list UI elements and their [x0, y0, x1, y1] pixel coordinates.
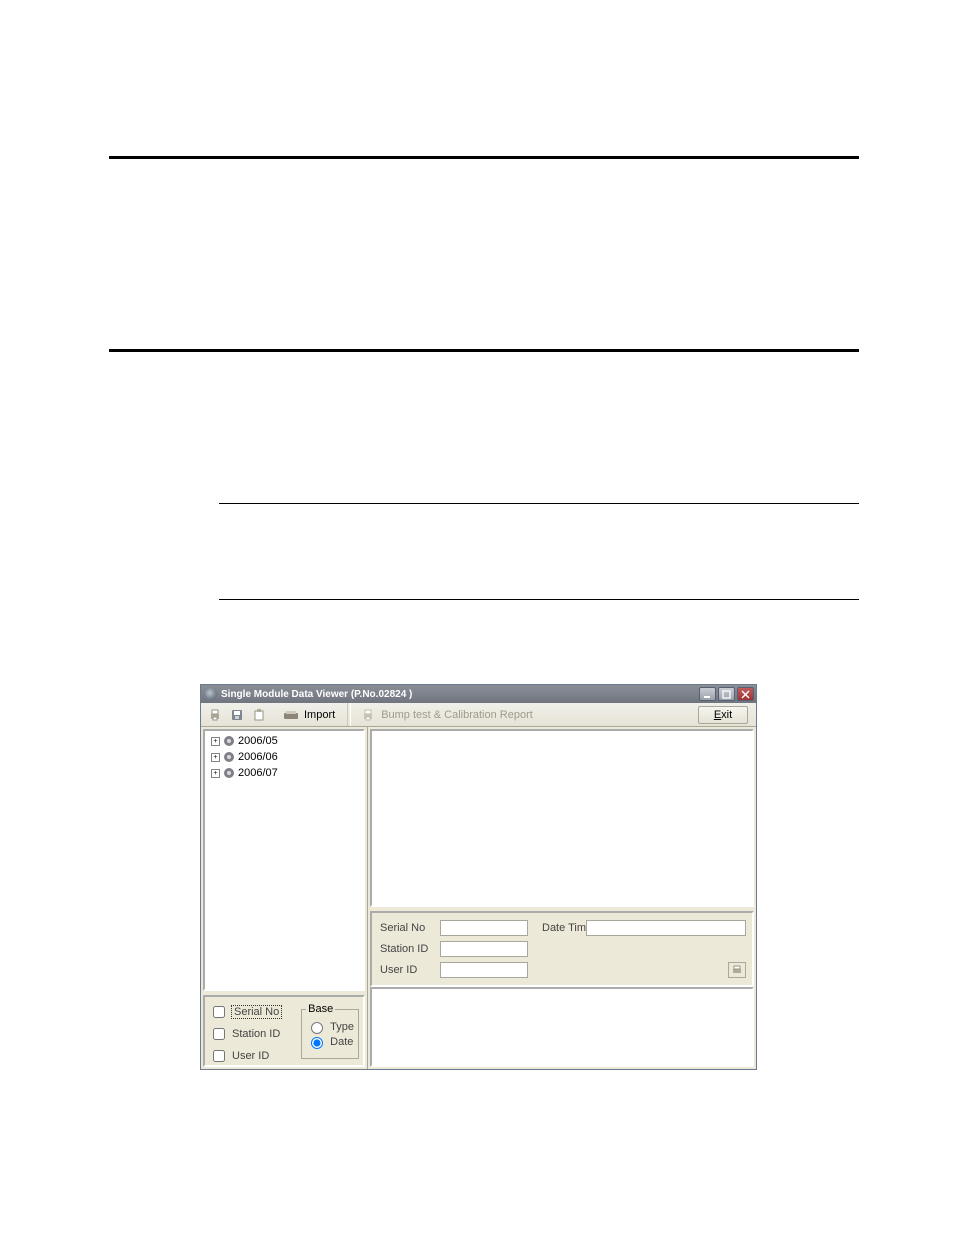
titlebar[interactable]: Single Module Data Viewer (P.No.02824 ): [201, 685, 756, 703]
exit-button[interactable]: Exit: [698, 706, 748, 724]
filter-serial[interactable]: Serial No: [209, 1003, 297, 1021]
expand-icon[interactable]: +: [211, 737, 220, 746]
window-single-module-data-viewer: Single Module Data Viewer (P.No.02824 ): [200, 684, 757, 1070]
tree-node[interactable]: + 2006/06: [207, 749, 361, 765]
lbl-station: Station ID: [378, 943, 436, 955]
details-area: [370, 729, 754, 907]
app-icon: [205, 688, 217, 700]
val-serial[interactable]: [440, 920, 528, 936]
save-icon[interactable]: [227, 705, 247, 725]
expand-icon[interactable]: +: [211, 753, 220, 762]
base-legend: Base: [306, 1003, 335, 1015]
val-user[interactable]: [440, 962, 528, 978]
rule-4: [219, 599, 859, 600]
bullet-icon: [224, 752, 234, 762]
report-label: Bump test & Calibration Report: [381, 709, 533, 721]
tree-view[interactable]: + 2006/05 + 2006/06 + 2006/07: [203, 729, 365, 991]
import-label: Import: [304, 709, 335, 721]
results-area: [370, 987, 754, 1067]
import-button[interactable]: Import: [278, 705, 341, 725]
exit-label-rest: xit: [721, 709, 732, 721]
tree-node[interactable]: + 2006/07: [207, 765, 361, 781]
minimize-button[interactable]: [699, 687, 716, 701]
expand-icon[interactable]: +: [211, 769, 220, 778]
drive-icon: [284, 710, 298, 720]
tree-node-label: 2006/05: [238, 735, 278, 747]
lbl-serial: Serial No: [378, 922, 436, 934]
val-datetime[interactable]: [586, 920, 746, 936]
fields-panel: Serial No Date Time Station ID User ID: [370, 911, 754, 987]
clipboard-icon[interactable]: [249, 705, 269, 725]
base-type[interactable]: Type: [306, 1019, 354, 1034]
lbl-user: User ID: [378, 964, 436, 976]
report-button[interactable]: Bump test & Calibration Report: [357, 708, 537, 722]
maximize-button[interactable]: [718, 687, 735, 701]
rule-1: [109, 156, 859, 159]
lbl-datetime: Date Time: [532, 922, 582, 934]
print-icon[interactable]: [205, 705, 225, 725]
rule-3: [219, 503, 859, 504]
tree-node-label: 2006/07: [238, 767, 278, 779]
print-mini-icon[interactable]: [728, 962, 746, 978]
close-button[interactable]: [737, 687, 754, 701]
rule-2: [109, 349, 859, 352]
bullet-icon: [224, 736, 234, 746]
bullet-icon: [224, 768, 234, 778]
filters-panel: Serial No Station ID User ID Base Type: [203, 995, 365, 1067]
toolbar: Import Bump test & Calibration Report Ex…: [201, 703, 756, 727]
window-title: Single Module Data Viewer (P.No.02824 ): [221, 689, 699, 700]
print-icon-2: [361, 708, 375, 722]
base-date[interactable]: Date: [306, 1034, 354, 1049]
base-group: Base Type Date: [301, 1003, 359, 1059]
tree-node-label: 2006/06: [238, 751, 278, 763]
filter-user[interactable]: User ID: [209, 1047, 297, 1065]
tree-node[interactable]: + 2006/05: [207, 733, 361, 749]
val-station[interactable]: [440, 941, 528, 957]
filter-station[interactable]: Station ID: [209, 1025, 297, 1043]
